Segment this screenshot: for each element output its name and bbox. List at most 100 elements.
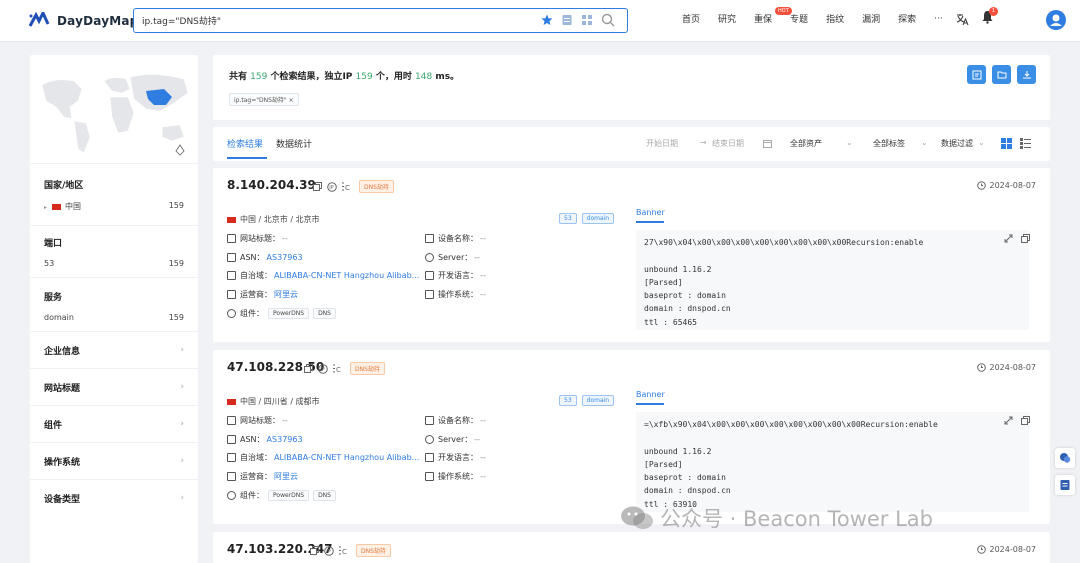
date-arrow: → xyxy=(700,138,707,147)
filter-device-type[interactable]: 设备类型 › xyxy=(30,479,198,516)
asn-icon xyxy=(227,435,236,444)
chat-button[interactable] xyxy=(1055,448,1075,468)
result-date: 2024-08-07 xyxy=(976,181,1037,190)
result-card: 47.103.220.247 IP C DNS劫持 2024-08-07 xyxy=(213,532,1050,563)
filter-component[interactable]: 组件 › xyxy=(30,405,198,442)
ec-icon[interactable]: C xyxy=(333,364,345,373)
dns-hijack-tag[interactable]: DNS劫持 xyxy=(359,180,394,193)
expand-icon[interactable] xyxy=(1004,416,1013,425)
field-asn-label: ASN： xyxy=(240,435,265,444)
notification-button[interactable]: 1 xyxy=(981,7,998,27)
field-as-value[interactable]: ALIBABA-CN-NET Hangzhou Alibab... xyxy=(274,453,419,462)
copy-icon[interactable] xyxy=(1021,416,1030,425)
start-date-input[interactable]: 开始日期 xyxy=(646,138,678,149)
tab-stats[interactable]: 数据统计 xyxy=(276,137,312,150)
tab-underline xyxy=(227,157,267,159)
field-components: 组件： PowerDNS DNS xyxy=(227,308,336,319)
dns-hijack-tag[interactable]: DNS劫持 xyxy=(356,544,391,557)
field-isp-value[interactable]: 阿里云 xyxy=(274,471,298,482)
feedback-button[interactable] xyxy=(1055,475,1075,495)
filter-os[interactable]: 操作系统 › xyxy=(30,442,198,479)
filter-service-item[interactable]: domain 159 xyxy=(44,313,184,322)
nav-home[interactable]: 首页 xyxy=(682,12,700,25)
service-tag[interactable]: domain xyxy=(581,213,615,224)
filter-port-item[interactable]: 53 159 xyxy=(44,259,184,268)
download-button[interactable] xyxy=(1017,65,1036,84)
filter-port-label: 53 xyxy=(44,259,55,268)
grid-icon[interactable] xyxy=(581,14,593,26)
database-icon[interactable] xyxy=(561,14,573,26)
copy-icon[interactable] xyxy=(304,364,313,373)
filter-country-item[interactable]: ▸ 中国 159 xyxy=(44,201,184,212)
service-tag[interactable]: domain xyxy=(581,395,615,406)
nav-vulns[interactable]: 漏洞 xyxy=(862,12,880,25)
network-icon xyxy=(227,271,236,280)
end-date-input[interactable]: 结束日期 xyxy=(712,138,744,149)
china-flag-icon xyxy=(227,216,236,223)
star-icon[interactable] xyxy=(541,14,553,26)
port-tag[interactable]: 53 xyxy=(559,395,577,406)
ec-icon[interactable]: C xyxy=(339,546,351,555)
field-as-value[interactable]: ALIBABA-CN-NET Hangzhou Alibab... xyxy=(274,271,419,280)
banner-tab[interactable]: Banner xyxy=(636,390,665,399)
field-asn-value[interactable]: AS37963 xyxy=(267,435,303,444)
report-button[interactable] xyxy=(967,65,986,84)
tab-results[interactable]: 检索结果 xyxy=(227,137,263,150)
nav-explore[interactable]: 探索 xyxy=(898,12,916,25)
field-asn-value[interactable]: AS37963 xyxy=(267,253,303,262)
banner-tab[interactable]: Banner xyxy=(636,208,665,217)
nav-protection[interactable]: 重保 HOT xyxy=(754,7,792,25)
nav-topics[interactable]: 专题 xyxy=(790,12,808,25)
tag-filter-select[interactable]: 全部标签 xyxy=(873,138,905,149)
avatar[interactable] xyxy=(1046,10,1066,30)
field-asn: ASN： AS37963 xyxy=(227,252,303,263)
field-components-label: 组件： xyxy=(240,491,264,500)
copy-icon[interactable] xyxy=(1021,234,1030,243)
server-icon xyxy=(425,234,434,243)
copy-icon[interactable] xyxy=(310,546,319,555)
component-tag[interactable]: PowerDNS xyxy=(268,308,310,319)
filter-service: 服务 domain 159 xyxy=(30,277,198,331)
search-box[interactable] xyxy=(133,8,628,33)
filter-site-title[interactable]: 网站标题 › xyxy=(30,368,198,405)
result-ip[interactable]: 8.140.204.39 xyxy=(227,178,316,192)
filter-company[interactable]: 企业信息 › xyxy=(30,331,198,368)
ip-icon[interactable]: IP xyxy=(324,545,334,556)
query-tag-chip[interactable]: ip.tag="DNS劫持" × xyxy=(229,93,299,106)
expand-icon[interactable] xyxy=(1004,234,1013,243)
logo-icon xyxy=(28,12,50,27)
copy-icon[interactable] xyxy=(313,182,322,191)
asset-filter-select[interactable]: 全部资产 xyxy=(790,138,822,149)
data-filter-select[interactable]: 数据过滤 xyxy=(941,138,973,149)
watermark-text: 公众号 · Beacon Tower Lab xyxy=(660,507,934,531)
ip-icon[interactable]: IP xyxy=(318,363,328,374)
folder-button[interactable] xyxy=(992,65,1011,84)
summary-p2: 个检索结果，独立IP xyxy=(267,72,356,82)
search-icon[interactable] xyxy=(601,13,615,27)
component-tag[interactable]: DNS xyxy=(313,308,336,319)
chevron-down-icon: ⌄ xyxy=(921,138,928,147)
result-date-text: 2024-08-07 xyxy=(989,181,1037,190)
logo[interactable]: DayDayMap xyxy=(28,11,138,31)
list-view-icon[interactable] xyxy=(1020,138,1031,149)
component-tag[interactable]: PowerDNS xyxy=(268,490,310,501)
chevron-down-icon: ⌄ xyxy=(846,138,853,147)
ip-icon[interactable]: IP xyxy=(327,181,337,192)
field-isp-value[interactable]: 阿里云 xyxy=(274,289,298,300)
search-input[interactable] xyxy=(142,12,522,29)
grid-view-icon[interactable] xyxy=(1001,138,1012,149)
result-card: 47.108.228.50 IP C DNS劫持 2024-08-07 中国 /… xyxy=(213,350,1050,524)
translate-icon[interactable] xyxy=(955,12,969,26)
port-tag[interactable]: 53 xyxy=(559,213,577,224)
download-icon xyxy=(1022,70,1031,78)
calendar-icon[interactable] xyxy=(763,139,772,148)
nav-research[interactable]: 研究 xyxy=(718,12,736,25)
server-icon xyxy=(425,416,434,425)
dns-hijack-tag[interactable]: DNS劫持 xyxy=(350,362,385,375)
field-language: 开发语言： -- xyxy=(425,270,486,281)
nav-more[interactable]: ··· xyxy=(934,14,943,24)
ec-icon[interactable]: C xyxy=(342,182,354,191)
nav-fingerprint[interactable]: 指纹 xyxy=(826,12,844,25)
summary-total: 159 xyxy=(250,72,268,82)
component-tag[interactable]: DNS xyxy=(313,490,336,501)
